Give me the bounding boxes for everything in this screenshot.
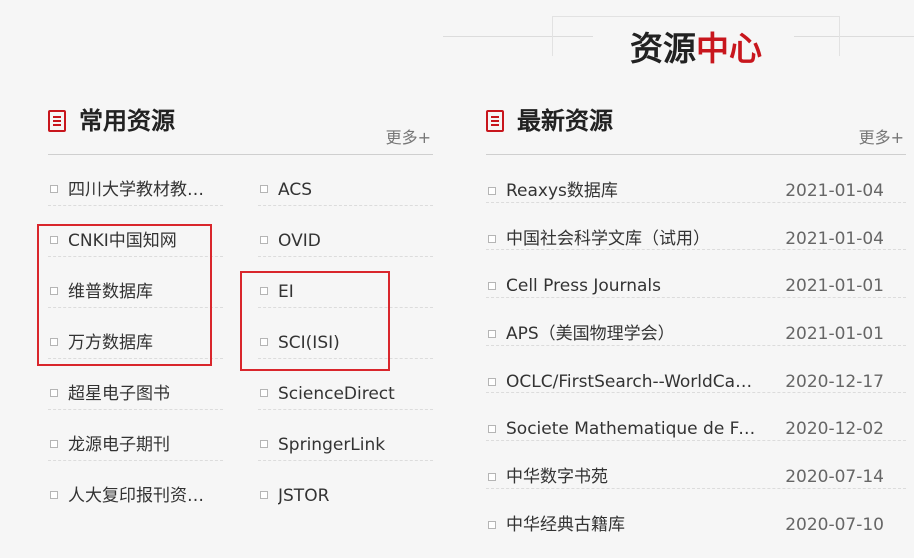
resource-label[interactable]: 中华经典古籍库 (506, 514, 625, 536)
resource-date: 2021-01-04 (785, 228, 884, 249)
section-title-red: 中心 (696, 29, 762, 68)
bullet-icon (260, 185, 268, 193)
section-title-dark: 资源 (630, 29, 696, 68)
resource-date: 2021-01-01 (785, 276, 884, 297)
bullet-icon (488, 520, 496, 529)
resource-item[interactable]: SpringerLink (258, 410, 433, 461)
common-resources-more-link[interactable]: 更多+ (386, 128, 431, 148)
resource-label[interactable]: Societe Mathematique de Fr... (506, 418, 756, 440)
bullet-icon (488, 425, 496, 434)
resource-date: 2021-01-04 (785, 181, 884, 201)
resource-label[interactable]: SpringerLink (278, 434, 385, 456)
resource-date: 2020-07-14 (785, 467, 884, 488)
resource-item[interactable]: ACS (258, 155, 433, 206)
resource-date: 2020-07-10 (785, 514, 884, 535)
highlight-box-cn-databases (37, 224, 212, 366)
latest-resources-panel: 最新资源 更多+ Reaxys数据库 2021-01-04 中国社会科学文库（试用… (486, 104, 906, 537)
resource-label[interactable]: 龙源电子期刊 (68, 434, 170, 456)
resource-label[interactable]: 四川大学教材教参... (68, 179, 220, 201)
bullet-icon (488, 282, 496, 291)
resource-label[interactable]: OVID (278, 230, 321, 252)
resource-date: 2020-12-17 (785, 371, 884, 392)
list-item[interactable]: 中国社会科学文库（试用） 2021-01-04 (486, 203, 906, 251)
bullet-icon (260, 389, 268, 397)
list-item[interactable]: Cell Press Journals 2021-01-01 (486, 250, 906, 299)
resource-label[interactable]: 人大复印报刊资料... (68, 485, 220, 507)
bullet-icon (50, 440, 58, 448)
resource-label[interactable]: APS（美国物理学会） (506, 323, 675, 345)
section-title: 资源中心 (598, 24, 794, 74)
latest-resources-header: 最新资源 更多+ (486, 104, 906, 155)
list-item[interactable]: 中华数字书苑 2020-07-14 (486, 441, 906, 489)
resource-date: 2021-01-01 (785, 324, 884, 345)
resource-label[interactable]: 超星电子图书 (68, 383, 170, 405)
latest-resources-title: 最新资源 (517, 107, 613, 135)
resource-item[interactable]: 龙源电子期刊 (48, 410, 223, 461)
list-icon (486, 110, 504, 132)
resource-item[interactable]: JSTOR (258, 461, 433, 512)
bullet-icon (50, 185, 58, 193)
resource-label[interactable]: 中国社会科学文库（试用） (506, 228, 710, 250)
resource-date: 2020-12-02 (785, 419, 884, 440)
bullet-icon (488, 187, 496, 195)
resource-item[interactable]: 超星电子图书 (48, 359, 223, 410)
bullet-icon (260, 491, 268, 499)
list-icon (48, 110, 66, 132)
list-item[interactable]: 中华经典古籍库 2020-07-10 (486, 489, 906, 537)
list-item[interactable]: Societe Mathematique de Fr... 2020-12-02 (486, 393, 906, 442)
resource-label[interactable]: 中华数字书苑 (506, 466, 608, 488)
resource-item[interactable]: OVID (258, 206, 433, 257)
list-item[interactable]: OCLC/FirstSearch--WorldCat... 2020-12-17 (486, 346, 906, 394)
latest-resources-list: Reaxys数据库 2021-01-04 中国社会科学文库（试用） 2021-01-… (486, 155, 906, 537)
resource-label[interactable]: ACS (278, 179, 312, 201)
resource-label[interactable]: OCLC/FirstSearch--WorldCat... (506, 371, 756, 393)
resource-label[interactable]: JSTOR (278, 485, 329, 507)
common-resources-title: 常用资源 (79, 107, 175, 135)
highlight-box-en-indexes (240, 271, 390, 371)
common-resources-header: 常用资源 更多+ (48, 104, 433, 155)
bullet-icon (50, 389, 58, 397)
bullet-icon (488, 377, 496, 386)
resource-label[interactable]: ScienceDirect (278, 383, 395, 405)
resource-label[interactable]: Cell Press Journals (506, 275, 661, 297)
resource-item[interactable]: 四川大学教材教参... (48, 155, 223, 206)
bullet-icon (50, 491, 58, 499)
resource-item[interactable]: 人大复印报刊资料... (48, 461, 223, 512)
bullet-icon (260, 440, 268, 448)
resource-label[interactable]: Reaxys数据库 (506, 180, 618, 202)
common-resources-panel: 常用资源 更多+ 四川大学教材教参... CNKI中国知网 维普数据库 万方数据… (48, 104, 433, 506)
list-item[interactable]: Reaxys数据库 2021-01-04 (486, 155, 906, 203)
latest-resources-more-link[interactable]: 更多+ (859, 128, 904, 148)
bullet-icon (488, 330, 496, 339)
bullet-icon (260, 236, 268, 244)
bullet-icon (488, 234, 496, 243)
list-item[interactable]: APS（美国物理学会） 2021-01-01 (486, 298, 906, 346)
bullet-icon (488, 473, 496, 482)
